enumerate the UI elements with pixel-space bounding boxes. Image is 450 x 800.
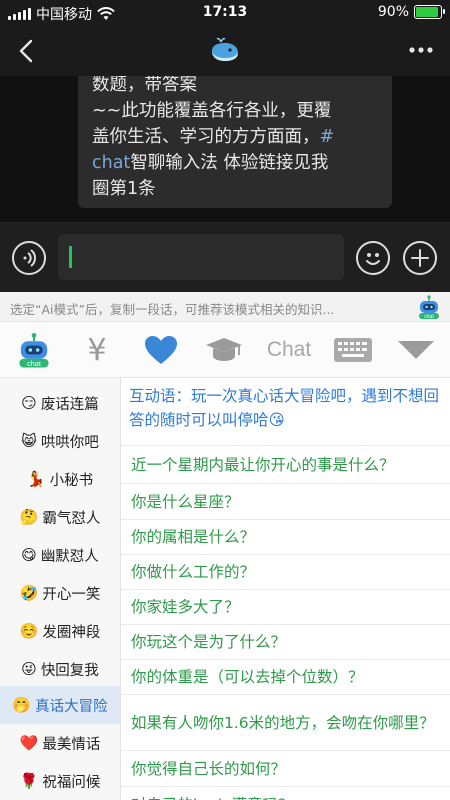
plus-button[interactable]	[403, 241, 437, 275]
category-emoji: 🤔	[19, 508, 39, 526]
phrase-row[interactable]: 你的体重是（可以去掉个位数）？	[121, 659, 450, 694]
text-caret	[69, 246, 72, 268]
yen-icon: ¥	[87, 332, 107, 368]
category-emoji: 😏	[21, 394, 37, 412]
phrase-list: 互动语：玩一次真心话大冒险吧，遇到不想回答的随时可以叫停哈😘 近一个星期内最让你…	[121, 378, 450, 800]
heart-icon	[145, 336, 177, 364]
category-label: 小秘书	[49, 472, 94, 489]
message-line-text: 盖你生活、学习的方方面面，	[92, 127, 320, 147]
category-emoji: 🤭	[12, 696, 32, 714]
category-label: 发圈神段	[42, 624, 101, 641]
category-label: 祝福问候	[42, 774, 101, 791]
chat-area[interactable]: 数题，带答案 ~~此功能覆盖各行各业，更覆 盖你生活、学习的方方面面，# cha…	[0, 76, 450, 222]
logo-label: chat	[424, 314, 434, 320]
status-right: 90%	[377, 4, 445, 20]
message-line: 数题，带答案	[92, 76, 197, 95]
category-list: 😏 废话连篇 😸 哄哄你吧 💃 小秘书 🤔 霸气怼人 😋 幽默怼人 🤣 开心一笑 ☺️ 发圈神…	[0, 378, 121, 800]
plus-icon	[411, 249, 429, 267]
category-item-active[interactable]: 🤭 真话大冒险	[0, 686, 120, 724]
category-item[interactable]: 😋 幽默怼人	[0, 536, 120, 574]
category-label: 最美情话	[42, 736, 101, 753]
emoji-button[interactable]	[356, 241, 390, 275]
emoji-icon	[366, 253, 380, 265]
category-item[interactable]: 💃 小秘书	[0, 460, 120, 498]
collapse-button[interactable]	[396, 330, 436, 370]
category-label: 废话连篇	[40, 396, 99, 413]
category-emoji: 😜	[21, 660, 37, 678]
phrase-row[interactable]: 你家娃多大了？	[121, 589, 450, 624]
message-bubble[interactable]: 数题，带答案 ~~此功能覆盖各行各业，更覆 盖你生活、学习的方方面面，# cha…	[78, 76, 392, 208]
category-item[interactable]: 😸 哄哄你吧	[0, 422, 120, 460]
suggestion-bar[interactable]: 选定“Ai模式”后，复制一段话，可推荐该模式相关的知识... chat	[0, 292, 450, 322]
message-input[interactable]	[58, 234, 344, 280]
suggestion-text[interactable]: 选定“Ai模式”后，复制一段话，可推荐该模式相关的知识...	[10, 299, 405, 318]
phrase-row[interactable]: 你是什么星座？	[121, 483, 450, 519]
phrase-row[interactable]: 你觉得自己长的如何？	[121, 750, 450, 786]
heart-button[interactable]	[142, 330, 180, 370]
interaction-header[interactable]: 互动语：玩一次真心话大冒险吧，遇到不想回答的随时可以叫停哈😘	[129, 384, 445, 432]
keyboard-toolbar: chat ¥ Chat	[0, 322, 450, 378]
category-label: 哄哄你吧	[40, 434, 99, 451]
robot-logo-icon[interactable]: chat	[416, 294, 442, 320]
robot-logo-icon: chat	[19, 333, 49, 368]
phrase-row[interactable]: 你的属相是什么？	[121, 519, 450, 554]
yen-button[interactable]: ¥	[80, 330, 114, 370]
chat-header	[0, 26, 450, 76]
phrase-row[interactable]: 你玩这个是为了什么？	[121, 624, 450, 659]
chat-tab-label: Chat	[266, 338, 312, 361]
collapse-triangle-icon	[398, 341, 434, 359]
category-emoji: 💃	[26, 470, 46, 488]
phrase-row[interactable]: 对自己的body满意吗？	[121, 786, 450, 800]
message-line: ~~此功能覆盖各行各业，更覆	[92, 101, 332, 121]
category-emoji: 😸	[21, 432, 37, 450]
logo-label: chat	[27, 359, 41, 368]
study-button[interactable]	[204, 330, 244, 370]
status-bar: 中国移动 17:13 90%	[0, 0, 450, 26]
category-emoji: 🤣	[19, 584, 39, 602]
category-item[interactable]: 😜 快回复我	[0, 650, 120, 688]
chat-tab[interactable]: Chat	[262, 330, 316, 370]
message-line-text: 智聊输入法 体验链接见我	[130, 153, 329, 173]
hashtag-link[interactable]: #	[320, 127, 335, 147]
toolbar-logo-button[interactable]: chat	[14, 330, 54, 370]
category-emoji: 😋	[21, 546, 37, 564]
message-line: 盖你生活、学习的方方面面，#	[92, 124, 378, 150]
category-label: 快回复我	[40, 662, 99, 679]
more-dots-icon[interactable]	[408, 46, 434, 54]
whale-icon	[212, 37, 238, 61]
graduation-cap-icon	[206, 338, 242, 361]
category-emoji: 🌹	[19, 772, 39, 790]
category-emoji: ❤️	[19, 734, 39, 752]
battery-percent: 90%	[377, 4, 409, 20]
category-item[interactable]: 🤣 开心一笑	[0, 574, 120, 612]
category-label: 真话大冒险	[35, 698, 108, 715]
category-item[interactable]: 😏 废话连篇	[0, 384, 120, 422]
category-emoji: ☺️	[19, 622, 39, 640]
chat-link[interactable]: chat	[92, 153, 130, 173]
input-bar	[0, 222, 450, 292]
message-line: chat智聊输入法 体验链接见我	[92, 150, 378, 176]
battery-icon	[414, 5, 445, 19]
phrase-row[interactable]: 你做什么工作的？	[121, 554, 450, 589]
phrase-row[interactable]: 如果有人吻你1.6米的地方，会吻在你哪里？	[121, 694, 450, 750]
category-label: 开心一笑	[42, 586, 101, 603]
keyboard-button[interactable]	[332, 330, 374, 370]
keyboard-icon	[334, 338, 372, 362]
category-label: 幽默怼人	[40, 548, 99, 565]
category-label: 霸气怼人	[42, 510, 101, 527]
category-item[interactable]: ❤️ 最美情话	[0, 724, 120, 762]
message-line: 圈第1条	[92, 179, 156, 199]
category-item[interactable]: ☺️ 发圈神段	[0, 612, 120, 650]
battery-fill	[416, 7, 438, 17]
voice-button[interactable]	[12, 241, 46, 275]
phrase-row[interactable]: 近一个星期内最让你开心的事是什么？	[121, 445, 450, 483]
category-item[interactable]: 🌹 祝福问候	[0, 762, 120, 800]
voice-icon	[23, 249, 36, 267]
category-item[interactable]: 🤔 霸气怼人	[0, 498, 120, 536]
chevron-left-icon[interactable]	[14, 38, 40, 64]
